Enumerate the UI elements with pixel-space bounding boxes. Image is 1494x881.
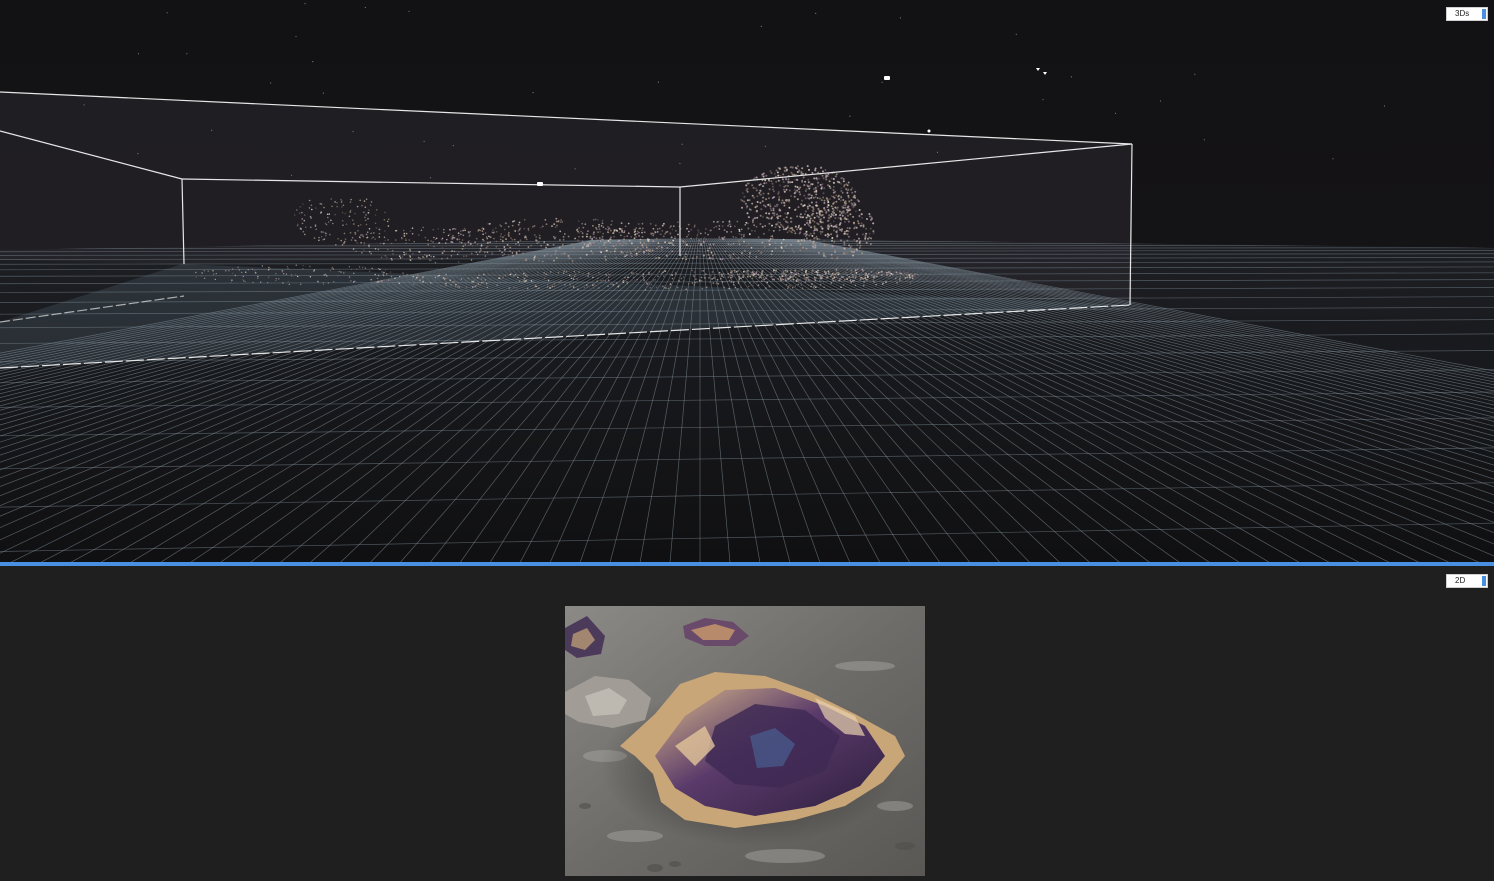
point-cloud-scene[interactable] <box>0 0 1494 562</box>
3d-mode-toggle[interactable]: 3Ds <box>1446 7 1488 21</box>
3d-viewport[interactable]: 3Ds <box>0 0 1494 562</box>
rock-photo <box>565 606 925 876</box>
3d-mode-label: 3Ds <box>1455 9 1470 18</box>
3d-toggle-handle <box>1482 9 1486 19</box>
2d-viewport[interactable]: 2D <box>0 566 1494 881</box>
source-image[interactable] <box>565 606 925 876</box>
2d-mode-toggle[interactable]: 2D <box>1446 574 1488 588</box>
2d-mode-label: 2D <box>1455 576 1466 585</box>
2d-toggle-handle <box>1482 576 1486 586</box>
